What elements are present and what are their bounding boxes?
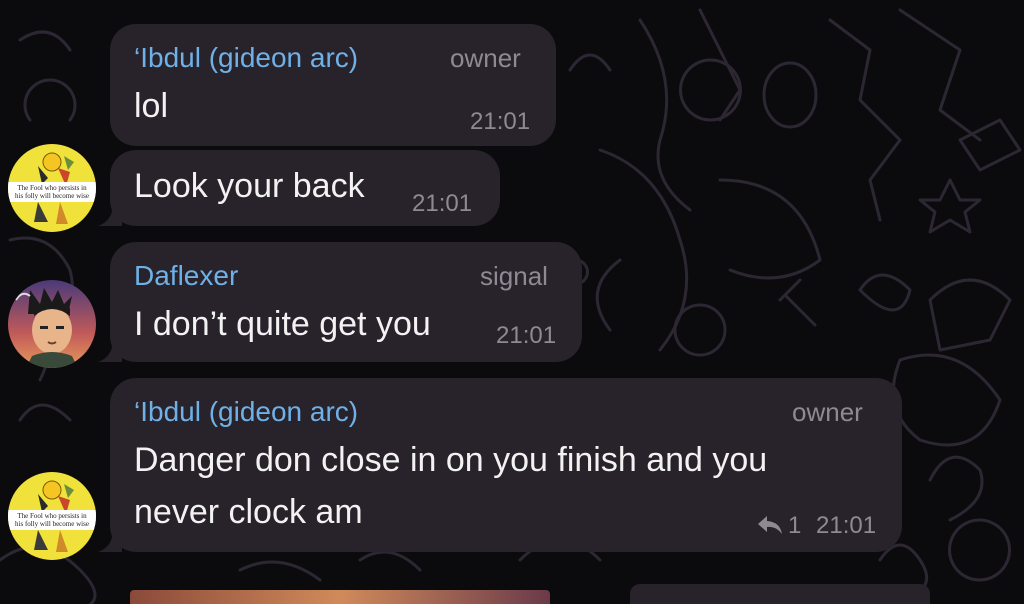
next-message-preview[interactable] [130, 590, 550, 604]
message-bubble-4[interactable]: ‘Ibdul (gideon arc) owner Danger don clo… [110, 378, 902, 552]
message-text-line-1: Danger don close in on you finish and yo… [134, 441, 768, 479]
sender-role-badge: signal [480, 261, 548, 291]
bubble-tail [98, 204, 122, 226]
anime-avatar-icon [8, 280, 96, 368]
next-message-preview-right[interactable] [630, 584, 930, 604]
message-bubble-3[interactable]: Daflexer signal I don’t quite get you 21… [110, 242, 582, 362]
bubble-tail [98, 340, 122, 362]
sender-name[interactable]: Daflexer [134, 260, 238, 292]
message-text: I don’t quite get you [134, 305, 431, 343]
sender-name[interactable]: ‘Ibdul (gideon arc) [134, 42, 358, 74]
message-text: lol [134, 87, 169, 125]
sender-role-badge: owner [450, 43, 521, 73]
message-bubble-2[interactable]: Look your back 21:01 [110, 150, 500, 226]
avatar-daflexer[interactable] [8, 280, 96, 368]
message-text-line-2: never clock am [134, 493, 363, 531]
avatar-tarot[interactable]: The Fool who persists in his folly will … [8, 144, 96, 232]
avatar-tarot[interactable]: The Fool who persists in his folly will … [8, 472, 96, 560]
sender-name[interactable]: ‘Ibdul (gideon arc) [134, 396, 358, 428]
reply-count[interactable]: 1 [788, 512, 801, 540]
message-time: 21:01 [470, 108, 531, 135]
message-bubble-1[interactable]: ‘Ibdul (gideon arc) owner lol 21:01 [110, 24, 556, 146]
avatar-caption: The Fool who persists in his folly will … [15, 184, 89, 200]
avatar-caption: The Fool who persists in his folly will … [15, 512, 89, 528]
message-time: 21:01 [496, 322, 557, 349]
reply-arrow-icon[interactable] [756, 514, 784, 536]
message-time: 21:01 [816, 512, 877, 539]
message-text: Look your back [134, 167, 365, 205]
sender-role-badge: owner [792, 397, 863, 427]
bubble-tail [98, 530, 122, 552]
message-time: 21:01 [412, 190, 473, 217]
